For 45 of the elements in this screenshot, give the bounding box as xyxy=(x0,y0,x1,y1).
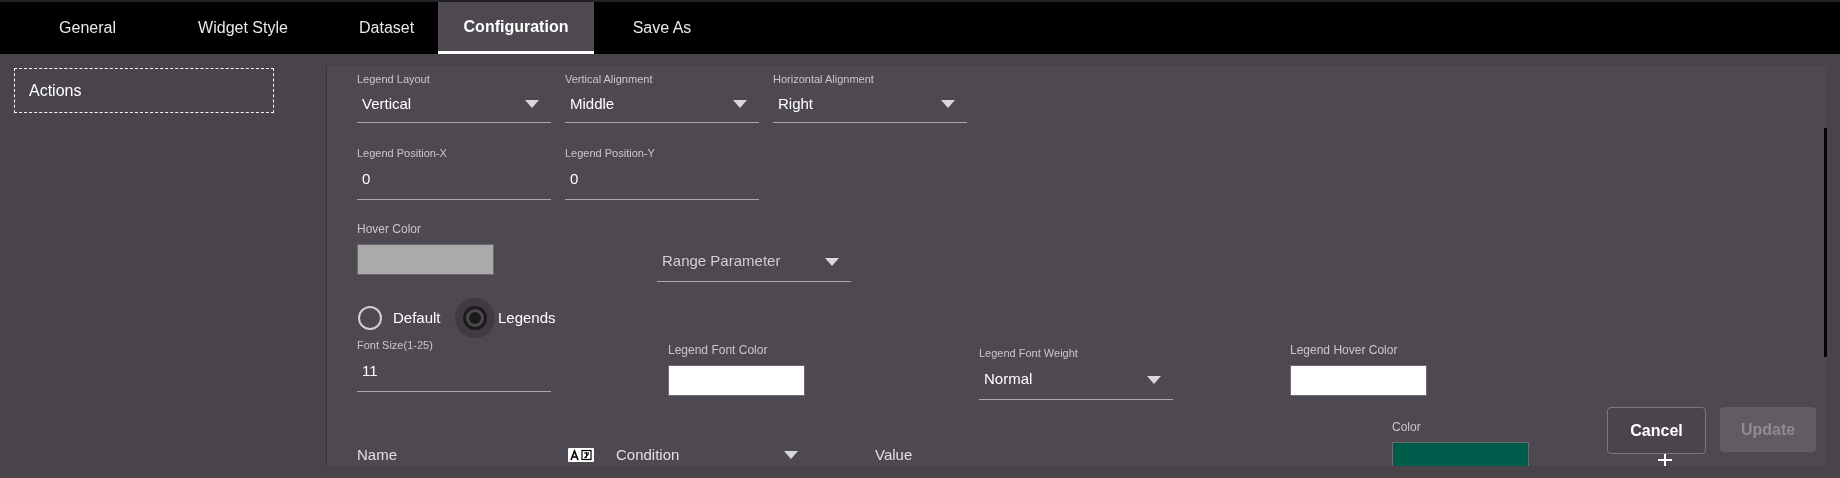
caret-icon xyxy=(941,100,955,108)
field-label: Legend Hover Color xyxy=(1290,343,1398,357)
field-label: Legend Layout xyxy=(357,72,430,86)
field-label: Legend Font Color xyxy=(668,343,768,357)
input-field[interactable]: 0 xyxy=(565,160,759,200)
field-label: Color xyxy=(1392,420,1421,434)
caret-icon xyxy=(1147,375,1161,384)
field-label: Hover Color xyxy=(357,222,422,236)
caret-icon xyxy=(784,451,798,460)
caret-icon xyxy=(825,257,839,266)
dropdown[interactable]: Vertical xyxy=(357,86,551,123)
tab[interactable]: Configuration xyxy=(438,2,594,54)
sidebar-item[interactable]: Actions xyxy=(14,68,274,113)
dropdown[interactable]: Right xyxy=(773,86,967,123)
field-label: Legend Position-Y xyxy=(565,146,655,160)
color-swatch[interactable] xyxy=(1290,365,1427,396)
color-swatch[interactable] xyxy=(668,365,805,396)
translate-icon[interactable] xyxy=(568,448,594,463)
caret-icon xyxy=(733,100,747,108)
scrollbar[interactable] xyxy=(1824,128,1827,357)
tab[interactable]: Widget Style xyxy=(157,2,329,54)
radio-label: Default xyxy=(393,307,441,328)
field-label: Legend Position-X xyxy=(357,146,447,160)
dropdown[interactable]: Middle xyxy=(565,86,759,123)
tab[interactable]: Dataset xyxy=(329,2,438,54)
dropdown[interactable]: Normal xyxy=(979,360,1173,400)
plus-icon[interactable] xyxy=(1657,452,1673,466)
input-field[interactable]: 0 xyxy=(357,160,551,200)
field-label: Legend Font Weight xyxy=(979,346,1078,360)
column-header: Name xyxy=(357,445,397,465)
color-swatch[interactable] xyxy=(1392,442,1529,466)
tab[interactable]: General xyxy=(18,2,157,54)
radio-button[interactable] xyxy=(463,306,487,330)
column-header: Value xyxy=(875,445,913,465)
field-label: Horizontal Alignment xyxy=(773,72,874,86)
caret-icon xyxy=(525,100,539,108)
input-field[interactable]: 11 xyxy=(357,352,551,392)
dropdown[interactable]: Range Parameter xyxy=(657,242,851,282)
field-label: Font Size(1-25) xyxy=(357,338,433,352)
dropdown[interactable]: Condition xyxy=(616,444,810,466)
tab[interactable]: Save As xyxy=(594,2,730,54)
radio-label: Legends xyxy=(498,307,556,328)
action-button[interactable]: Cancel xyxy=(1607,407,1706,454)
color-swatch[interactable] xyxy=(357,244,494,275)
field-label: Vertical Alignment xyxy=(565,72,653,86)
